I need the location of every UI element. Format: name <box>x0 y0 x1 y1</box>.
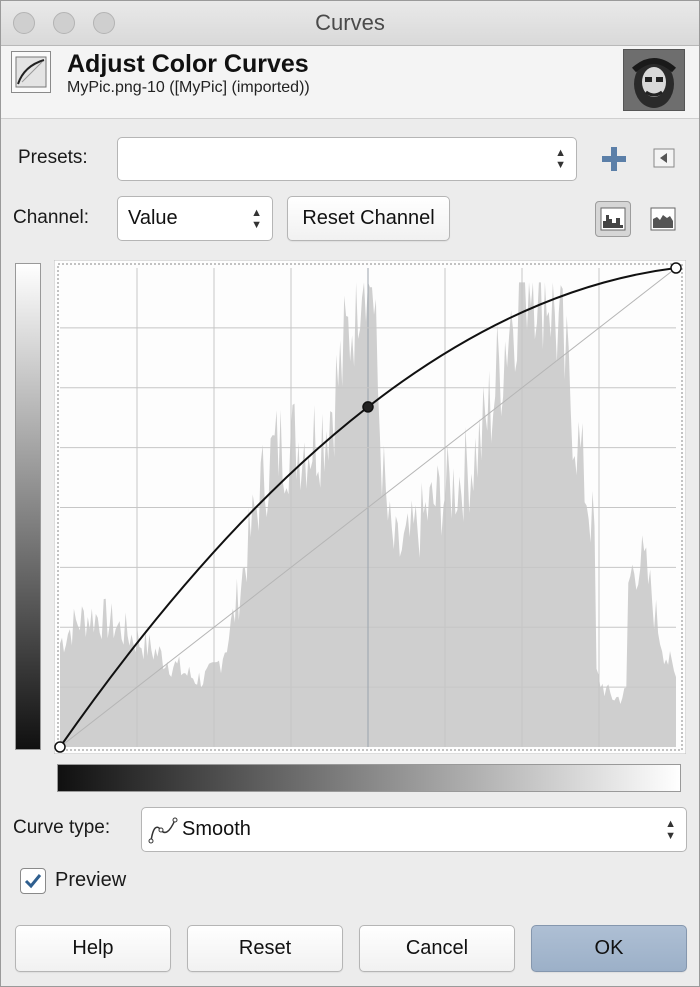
add-preset-icon[interactable] <box>599 144 629 174</box>
combo-arrows-icon: ▲ ▼ <box>665 817 676 842</box>
control-point[interactable] <box>54 741 66 753</box>
ok-button[interactable]: OK <box>531 925 687 972</box>
curve-graph[interactable] <box>54 260 686 754</box>
log-histogram-icon <box>650 207 676 231</box>
channel-combo[interactable]: Value ▲ ▼ <box>117 196 273 241</box>
dialog-heading: Adjust Color Curves <box>67 50 309 78</box>
image-thumbnail <box>623 49 685 111</box>
preview-label: Preview <box>55 869 127 891</box>
curves-tool-icon <box>11 51 51 93</box>
presets-combo[interactable]: ▲ ▼ <box>117 137 577 181</box>
curves-dialog: Curves Adjust Color Curves MyPic.png-10 … <box>0 0 700 987</box>
curve-type-label: Curve type: <box>13 817 111 838</box>
input-gradient-bar <box>57 764 681 792</box>
presets-label: Presets: <box>18 147 88 168</box>
combo-arrows-icon: ▲ ▼ <box>251 206 262 231</box>
preset-menu-icon[interactable] <box>653 148 675 168</box>
control-point[interactable] <box>670 262 682 274</box>
help-button[interactable]: Help <box>15 925 171 972</box>
linear-histogram-icon <box>600 207 626 231</box>
preview-checkbox[interactable] <box>20 868 46 894</box>
linear-histogram-toggle[interactable] <box>595 201 631 237</box>
window-title: Curves <box>315 10 385 35</box>
dialog-header: Adjust Color Curves MyPic.png-10 ([MyPic… <box>1 46 699 119</box>
reset-button[interactable]: Reset <box>187 925 343 972</box>
check-icon <box>24 874 42 889</box>
cancel-button[interactable]: Cancel <box>359 925 515 972</box>
channel-label: Channel: <box>13 207 90 228</box>
combo-arrows-icon: ▲ ▼ <box>555 147 566 171</box>
title-bar: Curves <box>1 1 699 46</box>
output-gradient-bar <box>15 263 41 750</box>
control-point[interactable] <box>362 401 374 413</box>
log-histogram-toggle[interactable] <box>645 201 681 237</box>
curve-type-value: Smooth <box>182 818 251 840</box>
reset-channel-button[interactable]: Reset Channel <box>287 196 450 241</box>
channel-value: Value <box>128 207 178 229</box>
smooth-curve-icon <box>148 817 178 844</box>
curve-type-combo[interactable]: Smooth ▲ ▼ <box>141 807 687 852</box>
image-name: MyPic.png-10 ([MyPic] (imported)) <box>67 79 310 96</box>
